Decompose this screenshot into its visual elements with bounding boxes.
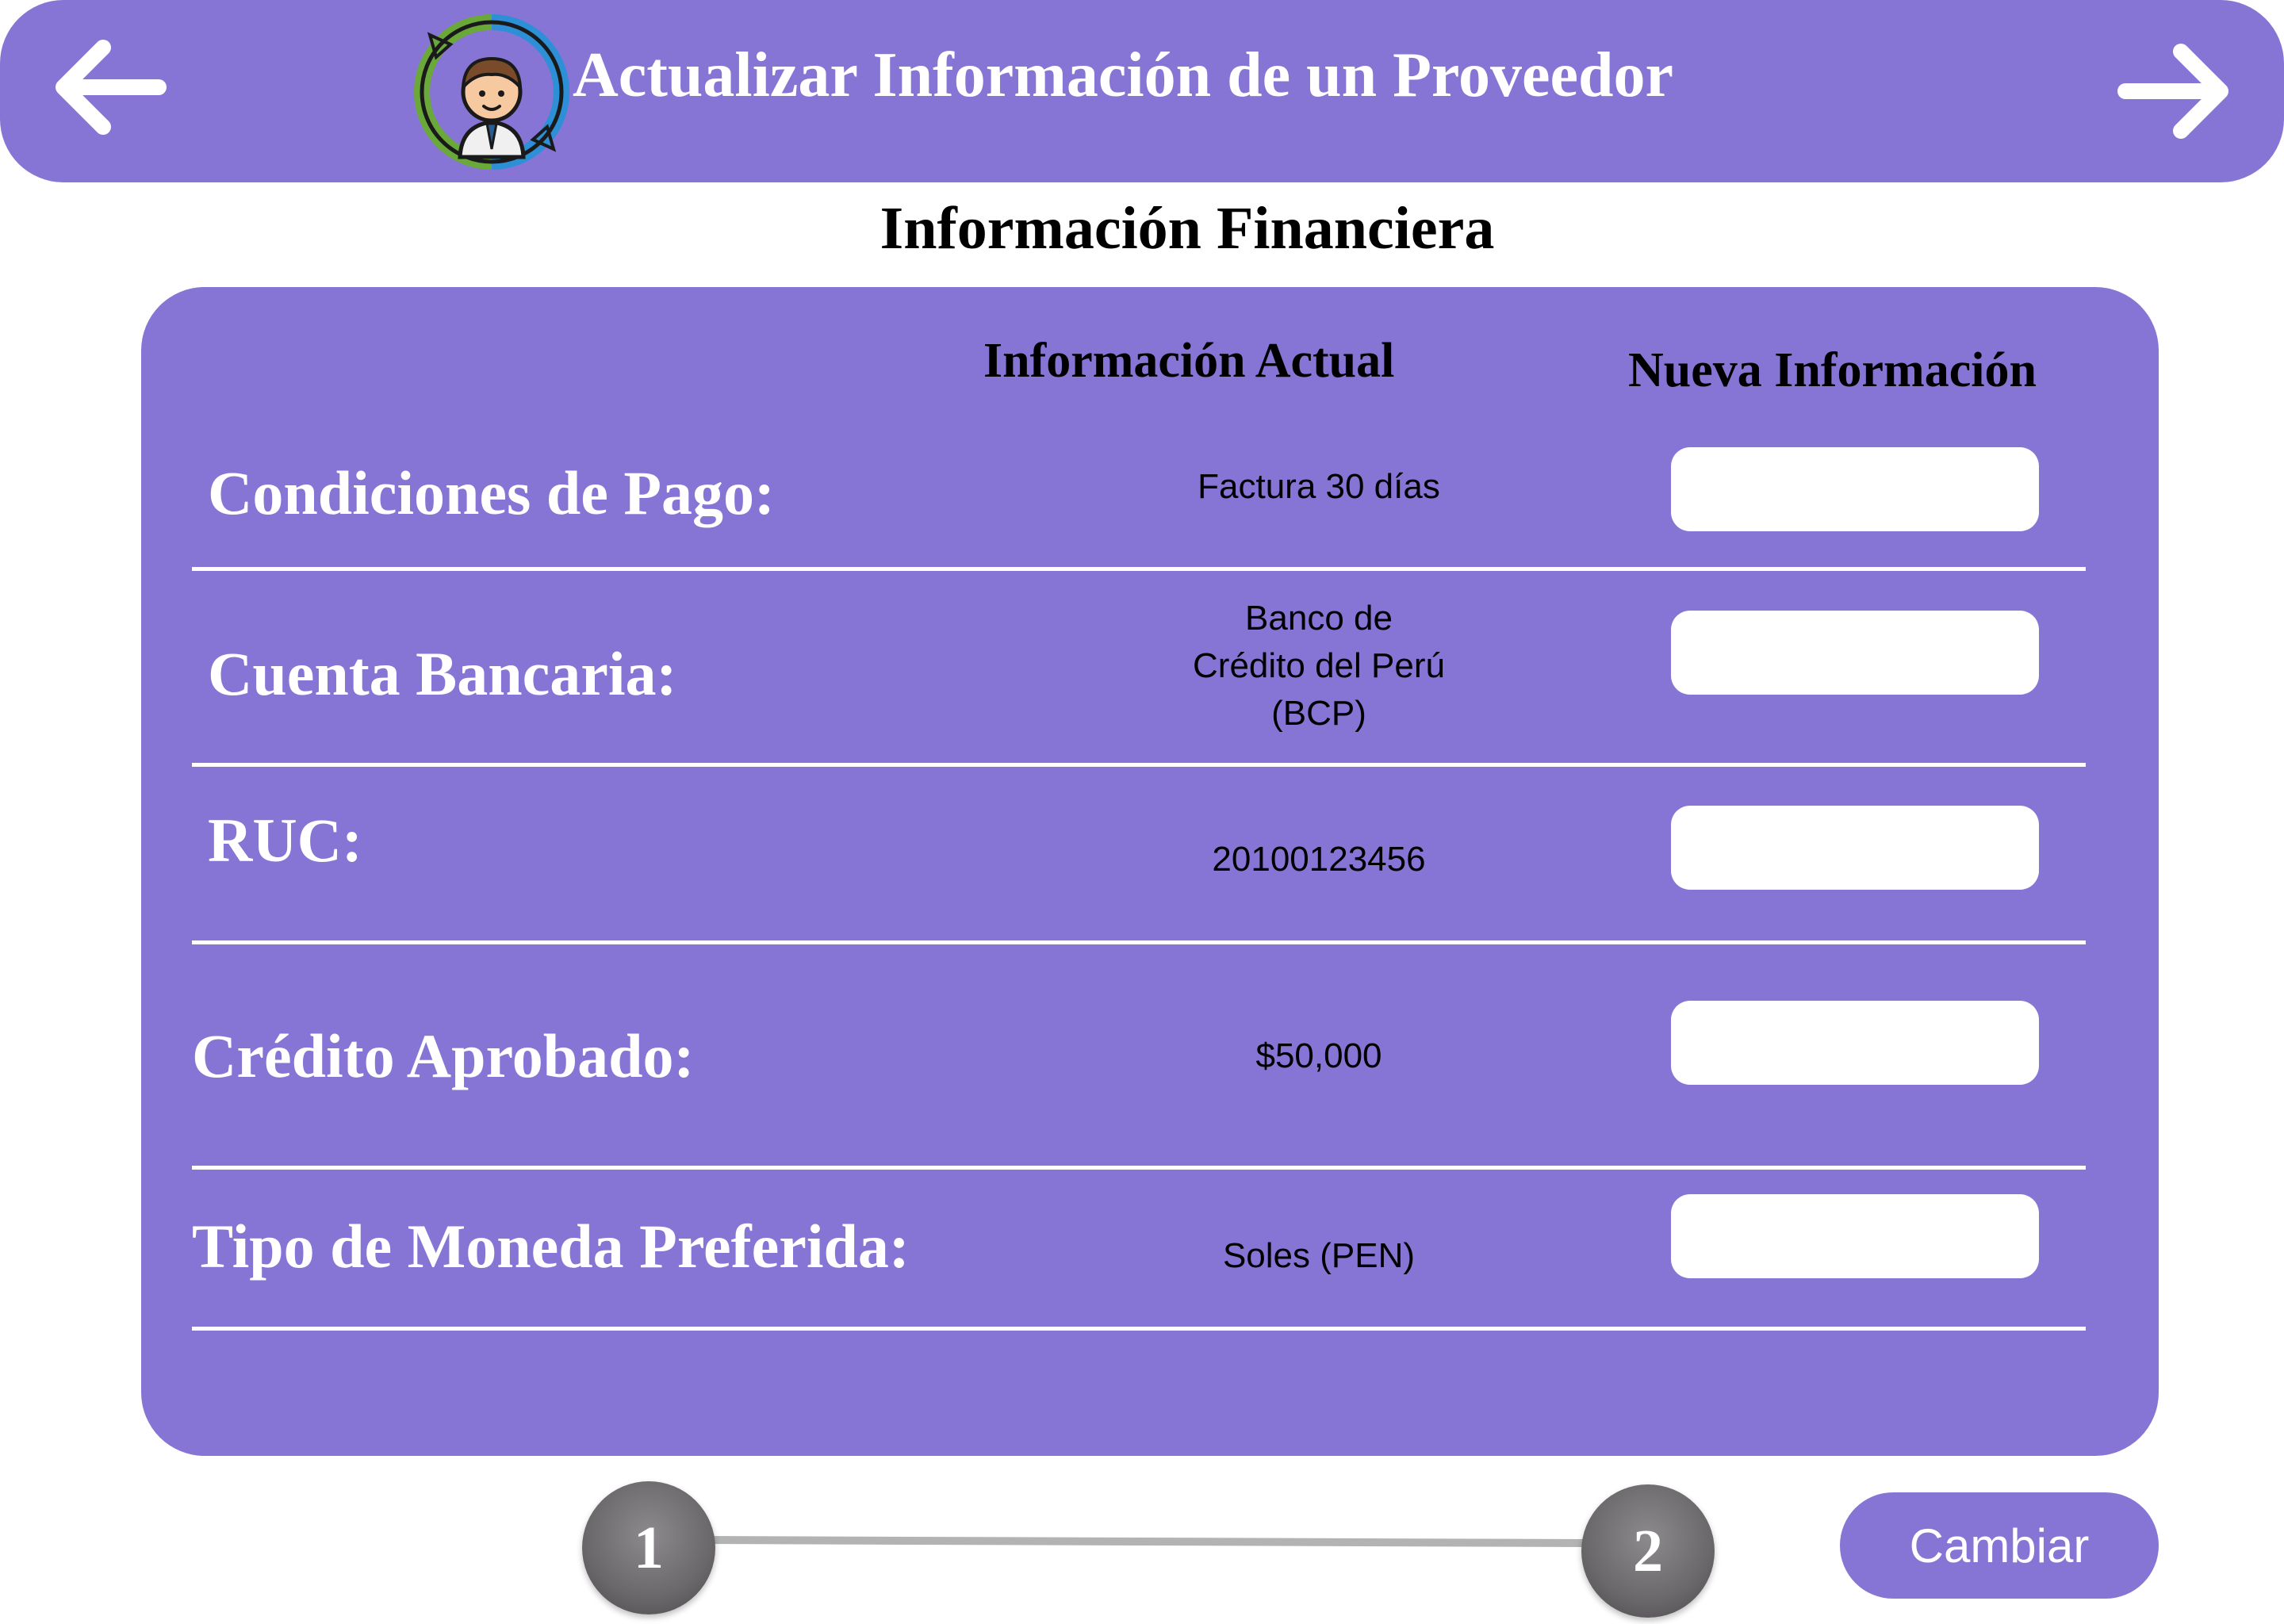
arrow-right-icon xyxy=(2117,44,2228,139)
new-approved-credit-input[interactable] xyxy=(1671,1001,2039,1085)
header-bar: Actualizar Información de un Proveedor xyxy=(0,0,2284,182)
new-preferred-currency-input[interactable] xyxy=(1671,1194,2039,1278)
app-title: Actualizar Información de un Proveedor xyxy=(573,40,1674,110)
new-bank-account-input[interactable] xyxy=(1671,611,2039,695)
current-value-payment-terms: Factura 30 días xyxy=(1198,467,1440,506)
financial-info-panel: Información Actual Nueva Información Con… xyxy=(141,287,2159,1456)
field-label-preferred-currency: Tipo de Moneda Preferida: xyxy=(192,1212,910,1281)
row-divider xyxy=(192,763,2086,767)
new-payment-terms-input[interactable] xyxy=(1671,447,2039,531)
supplier-update-icon xyxy=(414,14,569,170)
field-label-ruc: RUC: xyxy=(208,806,362,875)
step-number: 1 xyxy=(634,1515,664,1581)
step-number: 2 xyxy=(1633,1518,1663,1584)
current-value-preferred-currency: Soles (PEN) xyxy=(1222,1236,1416,1275)
page: Actualizar Información de un Proveedor I… xyxy=(0,0,2284,1624)
row-divider xyxy=(192,1166,2086,1170)
current-value-bank-account: Banco de Crédito del Perú (BCP) xyxy=(982,595,1656,737)
field-label-bank-account: Cuenta Bancaria: xyxy=(208,639,677,708)
step-1-button[interactable]: 1 xyxy=(582,1481,715,1614)
column-header-new: Nueva Información xyxy=(1628,343,2037,397)
field-label-approved-credit: Crédito Aprobado: xyxy=(192,1021,695,1090)
row-divider xyxy=(192,567,2086,571)
current-value-ruc: 20100123456 xyxy=(1212,840,1426,879)
row-divider xyxy=(192,940,2086,944)
back-button[interactable] xyxy=(40,32,182,143)
step-2-button[interactable]: 2 xyxy=(1581,1484,1715,1618)
section-title: Información Financiera xyxy=(879,195,1495,262)
current-value-line: (BCP) xyxy=(1271,694,1366,733)
row-divider xyxy=(192,1327,2086,1331)
new-ruc-input[interactable] xyxy=(1671,806,2039,890)
change-button[interactable]: Cambiar xyxy=(1840,1492,2159,1599)
current-value-line: Crédito del Perú xyxy=(1193,646,1445,685)
current-value-approved-credit: $50,000 xyxy=(1255,1036,1382,1075)
current-value-line: Banco de xyxy=(1245,599,1393,638)
field-label-payment-terms: Condiciones de Pago: xyxy=(208,458,776,527)
arrow-left-icon xyxy=(56,40,167,135)
column-header-current: Información Actual xyxy=(983,334,1395,388)
forward-button[interactable] xyxy=(2102,36,2244,147)
